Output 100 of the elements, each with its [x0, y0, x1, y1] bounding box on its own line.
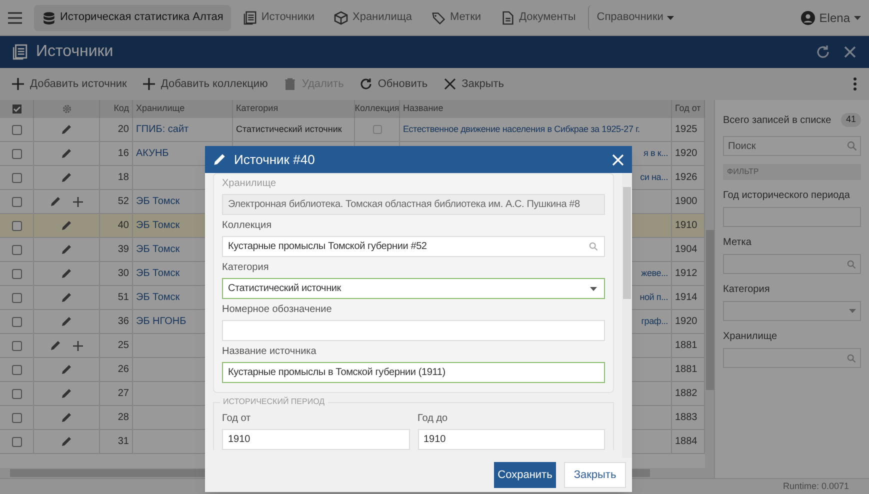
- plus-icon[interactable]: [73, 196, 83, 206]
- more-icon[interactable]: [853, 77, 857, 91]
- row-checkbox[interactable]: [12, 412, 22, 422]
- pencil-icon[interactable]: [61, 436, 72, 447]
- select-field[interactable]: Статистический источник: [222, 278, 605, 299]
- input-field[interactable]: 1910: [418, 429, 605, 450]
- search-icon: [847, 354, 856, 362]
- title-link[interactable]: Естественное движение населения в Сибкрае за 1925-27 г.: [403, 122, 640, 136]
- storage-link[interactable]: ЭБ Томск: [136, 194, 180, 209]
- storage-link[interactable]: ЭБ Томск: [136, 266, 180, 281]
- settings-icon[interactable]: [62, 104, 72, 114]
- pencil-icon[interactable]: [61, 268, 72, 279]
- row-checkbox[interactable]: [12, 268, 22, 278]
- row-checkbox[interactable]: [12, 148, 22, 158]
- refresh-button[interactable]: Обновить: [360, 76, 428, 92]
- tag-icon: [432, 10, 446, 24]
- field-label: Номерное обозначение: [222, 303, 333, 317]
- nav-tab[interactable]: Метки: [424, 4, 490, 30]
- pencil-icon[interactable]: [61, 316, 72, 327]
- nav-tab[interactable]: Историческая статистика Алтая: [34, 4, 232, 30]
- field-label: Категория: [222, 261, 270, 275]
- row-checkbox[interactable]: [12, 244, 22, 254]
- nav-tab[interactable]: Хранилища: [326, 4, 420, 30]
- pencil-icon[interactable]: [50, 196, 61, 207]
- caret-icon: [849, 309, 856, 313]
- collection-checkbox[interactable]: [372, 125, 382, 134]
- title-link[interactable]: я в к...: [644, 146, 668, 160]
- database-icon: [42, 10, 56, 24]
- add-button[interactable]: Добавить коллекцию: [142, 76, 268, 92]
- nav-tab[interactable]: Справочники: [588, 4, 682, 30]
- storage-link[interactable]: ГПИБ: сайт: [136, 122, 189, 137]
- row-checkbox[interactable]: [12, 124, 22, 134]
- pencil-icon[interactable]: [61, 388, 72, 399]
- storage-link[interactable]: АКУНБ: [136, 146, 169, 161]
- caret-icon: [667, 16, 674, 20]
- row-checkbox[interactable]: [12, 316, 22, 326]
- input-field[interactable]: 1910: [222, 429, 410, 450]
- nav-tab[interactable]: Документы: [493, 4, 584, 30]
- pencil-icon[interactable]: [61, 148, 72, 159]
- row-checkbox[interactable]: [12, 196, 22, 206]
- table-cell-text: 1900: [675, 195, 698, 209]
- close-icon[interactable]: [843, 45, 857, 59]
- table-cell-text: 1926: [675, 171, 698, 185]
- menu-icon[interactable]: [8, 12, 22, 24]
- input-field[interactable]: Кустарные промыслы Томской губернии #52: [222, 236, 605, 257]
- search-field[interactable]: Поиск: [723, 136, 861, 156]
- code-cell-text: 28: [118, 411, 129, 425]
- nav-tab[interactable]: Источники: [235, 4, 322, 30]
- dialog-scrollbar[interactable]: [622, 173, 632, 458]
- input-field[interactable]: [222, 320, 605, 341]
- field-label: Год от: [222, 412, 252, 426]
- table-cell-text: Статистический источник: [236, 122, 342, 136]
- page-title: Источники: [36, 42, 114, 62]
- pencil-icon[interactable]: [61, 220, 72, 231]
- row-checkbox[interactable]: [12, 436, 22, 446]
- dialog-title: Источник #40: [234, 150, 315, 169]
- input-field[interactable]: Кустарные промыслы в Томской губернии (1911): [222, 362, 605, 383]
- input-field[interactable]: [723, 348, 861, 368]
- row-checkbox[interactable]: [12, 388, 22, 398]
- title-link[interactable]: граф...: [641, 314, 668, 328]
- table-cell-text: 1904: [675, 243, 698, 257]
- code-cell-text: 36: [118, 315, 129, 329]
- close-button[interactable]: Закрыть: [444, 76, 504, 92]
- storage-link[interactable]: ЭБ Томск: [136, 242, 180, 257]
- list-icon: [243, 10, 258, 24]
- pencil-icon[interactable]: [61, 412, 72, 423]
- refresh-icon[interactable]: [815, 44, 831, 60]
- row-checkbox[interactable]: [12, 340, 22, 350]
- save-button[interactable]: Сохранить: [494, 462, 556, 488]
- storage-link[interactable]: ЭБ НГОНБ: [136, 314, 186, 329]
- table-row[interactable]: 20 ГПИБ: сайт Статистический источник Естественное движение населения в Сибкрае за 1925-27 г. 1925: [0, 118, 705, 142]
- code-cell-text: 52: [118, 195, 129, 209]
- code-cell-text: 20: [118, 123, 129, 137]
- table-cell-text: 1884: [675, 435, 698, 449]
- row-checkbox[interactable]: [12, 292, 22, 302]
- row-checkbox[interactable]: [12, 220, 22, 230]
- title-link[interactable]: жеве...: [641, 266, 668, 280]
- caret-icon: [854, 16, 861, 20]
- storage-link[interactable]: ЭБ Томск: [136, 290, 180, 305]
- pencil-icon[interactable]: [50, 340, 61, 351]
- row-checkbox[interactable]: [12, 364, 22, 374]
- pencil-icon[interactable]: [61, 364, 72, 375]
- select-all-checkbox-icon[interactable]: [12, 104, 22, 114]
- code-cell-text: 39: [118, 243, 129, 257]
- pencil-icon[interactable]: [61, 292, 72, 303]
- pencil-icon[interactable]: [61, 172, 72, 183]
- add-button[interactable]: Добавить источник: [12, 76, 127, 92]
- input-field[interactable]: [723, 254, 861, 274]
- row-checkbox[interactable]: [12, 172, 22, 182]
- pencil-icon[interactable]: [61, 244, 72, 255]
- title-link[interactable]: ной п...: [640, 290, 668, 304]
- pencil-icon[interactable]: [61, 124, 72, 135]
- user-menu[interactable]: Elena: [801, 8, 861, 26]
- plus-icon[interactable]: [73, 340, 83, 350]
- plus-icon: [142, 78, 155, 90]
- storage-link[interactable]: ЭБ Томск: [136, 218, 180, 233]
- filter-label: Год исторического периода: [723, 189, 851, 203]
- select-field[interactable]: [723, 301, 861, 321]
- close-button[interactable]: Закрыть: [564, 462, 626, 488]
- title-link[interactable]: си на...: [640, 170, 668, 184]
